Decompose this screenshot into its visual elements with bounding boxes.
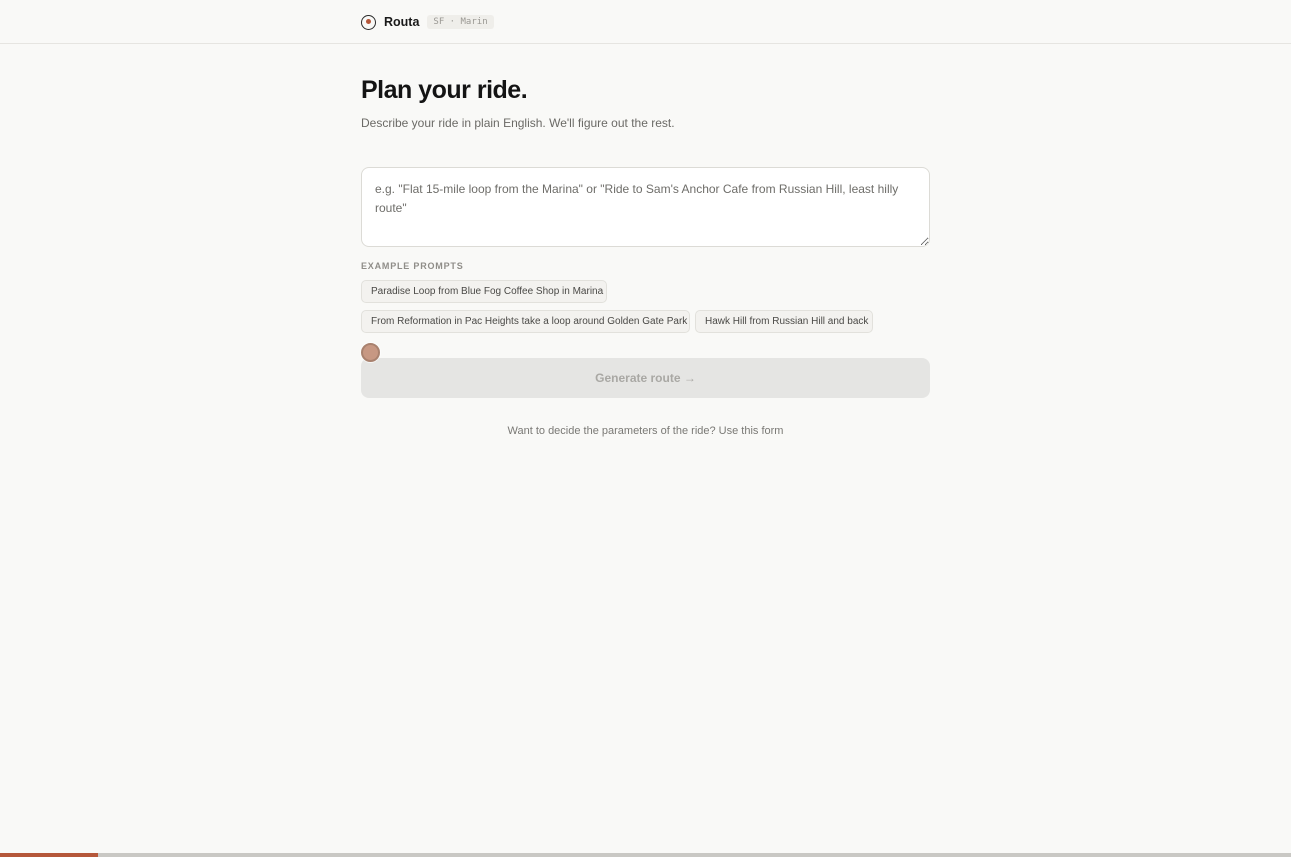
progress-bar-fill <box>0 853 99 857</box>
generate-route-button[interactable]: Generate route → <box>361 358 930 398</box>
example-prompt-chip[interactable]: Paradise Loop from Blue Fog Coffee Shop … <box>361 280 607 303</box>
region-badge: SF · Marin <box>427 15 494 29</box>
bicycle-wheel-icon <box>361 14 376 30</box>
parameters-form-link-text[interactable]: Want to decide the parameters of the rid… <box>508 425 784 437</box>
example-prompt-chip[interactable]: Hawk Hill from Russian Hill and back <box>695 310 873 333</box>
page-title: Plan your ride. <box>361 76 528 104</box>
ride-prompt-input[interactable] <box>361 167 930 247</box>
page-subtitle: Describe your ride in plain English. We'… <box>361 116 675 130</box>
example-prompts-label: EXAMPLE PROMPTS <box>361 261 464 271</box>
brand[interactable]: Routa SF · Marin <box>361 13 494 31</box>
top-bar: Routa SF · Marin <box>0 0 1291 44</box>
cursor-indicator <box>361 343 380 362</box>
parameters-form-link[interactable]: Want to decide the parameters of the rid… <box>361 425 930 437</box>
brand-name: Routa <box>384 15 420 29</box>
main-content: Plan your ride. Describe your ride in pl… <box>361 74 930 437</box>
example-prompt-chip[interactable]: From Reformation in Pac Heights take a l… <box>361 310 690 333</box>
progress-bar <box>0 853 1291 857</box>
